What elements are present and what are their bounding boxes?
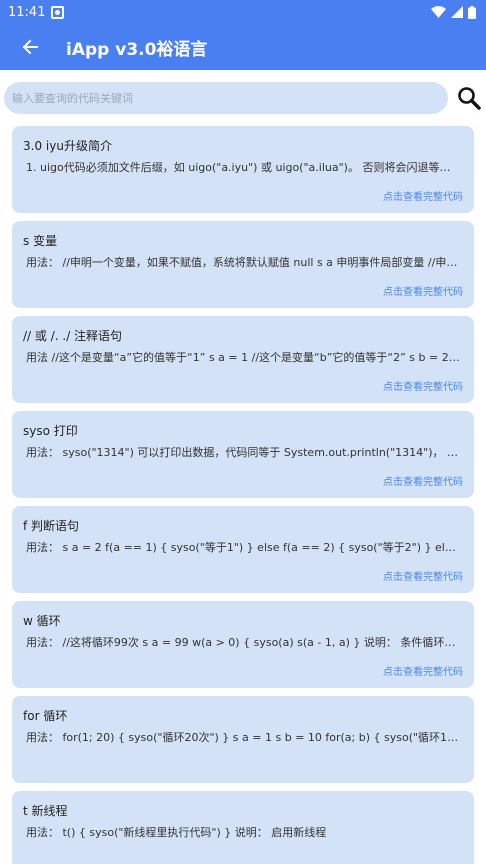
card-description: 用法： //申明一个变量，如果不赋值，系统将默认赋值 null s a 申明事件… — [26, 256, 464, 269]
notification-app-icon — [51, 5, 65, 19]
search-button[interactable] — [456, 85, 482, 111]
view-full-code-link[interactable]: 点击查看完整代码 — [383, 378, 463, 393]
battery-icon — [468, 5, 476, 19]
card-title: s 变量 — [23, 234, 58, 248]
code-list: 3.0 iyu升级简介 1. uigo代码必须加文件后缀，如 uigo("a.i… — [0, 126, 486, 864]
code-card[interactable]: 3.0 iyu升级简介 1. uigo代码必须加文件后缀，如 uigo("a.i… — [12, 126, 474, 213]
card-description: 用法： //这将循环99次 s a = 99 w(a > 0) { syso(a… — [26, 636, 464, 649]
card-title: f 判断语句 — [23, 519, 80, 533]
view-full-code-link[interactable]: 点击查看完整代码 — [383, 188, 463, 203]
app-bar: iApp v3.0裕语言 — [0, 24, 486, 70]
card-title: 3.0 iyu升级简介 — [23, 139, 112, 153]
card-title: syso 打印 — [23, 424, 78, 438]
page-title: iApp v3.0裕语言 — [66, 39, 208, 60]
back-button[interactable] — [18, 35, 42, 59]
code-card[interactable]: w 循环 用法： //这将循环99次 s a = 99 w(a > 0) { s… — [12, 601, 474, 688]
search-input[interactable] — [4, 82, 449, 114]
card-title: for 循环 — [23, 709, 68, 723]
card-description: 用法： s a = 2 f(a == 1) { syso("等于1") } el… — [26, 541, 464, 554]
code-card[interactable]: f 判断语句 用法： s a = 2 f(a == 1) { syso("等于1… — [12, 506, 474, 593]
card-title: // 或 /. ./ 注释语句 — [23, 329, 123, 343]
card-description: 1. uigo代码必须加文件后缀，如 uigo("a.iyu") 或 uigo(… — [26, 161, 464, 174]
card-description: 用法： for(1; 20) { syso("循环20次") } s a = 1… — [26, 731, 464, 744]
code-card[interactable]: s 变量 用法： //申明一个变量，如果不赋值，系统将默认赋值 null s a… — [12, 221, 474, 308]
code-card[interactable]: // 或 /. ./ 注释语句 用法 //这个是变量“a”它的值等于“1” s … — [12, 316, 474, 403]
code-card[interactable]: t 新线程 用法： t() { syso("新线程里执行代码") } 说明： 启… — [12, 791, 474, 864]
code-card[interactable]: for 循环 用法： for(1; 20) { syso("循环20次") } … — [12, 696, 474, 783]
card-description: 用法： t() { syso("新线程里执行代码") } 说明： 启用新线程 — [26, 826, 327, 839]
card-description: 用法： syso("1314") 可以打印出数据，代码同等于 System.ou… — [26, 446, 464, 459]
search-bar — [0, 70, 486, 114]
code-card[interactable]: syso 打印 用法： syso("1314") 可以打印出数据，代码同等于 S… — [12, 411, 474, 498]
status-time: 11:41 — [8, 4, 46, 20]
view-full-code-link[interactable]: 点击查看完整代码 — [383, 283, 463, 298]
view-full-code-link[interactable]: 点击查看完整代码 — [383, 568, 463, 583]
card-description: 用法 //这个是变量“a”它的值等于“1” s a = 1 //这个是变量“b”… — [26, 351, 464, 364]
status-bar: 11:41 — [0, 0, 486, 24]
card-title: w 循环 — [23, 614, 61, 628]
view-full-code-link[interactable]: 点击查看完整代码 — [383, 473, 463, 488]
view-full-code-link[interactable]: 点击查看完整代码 — [383, 663, 463, 678]
search-icon — [458, 87, 481, 110]
signal-icon — [451, 6, 463, 18]
card-title: t 新线程 — [23, 804, 68, 818]
wifi-icon — [431, 6, 446, 18]
arrow-left-icon — [22, 39, 38, 55]
